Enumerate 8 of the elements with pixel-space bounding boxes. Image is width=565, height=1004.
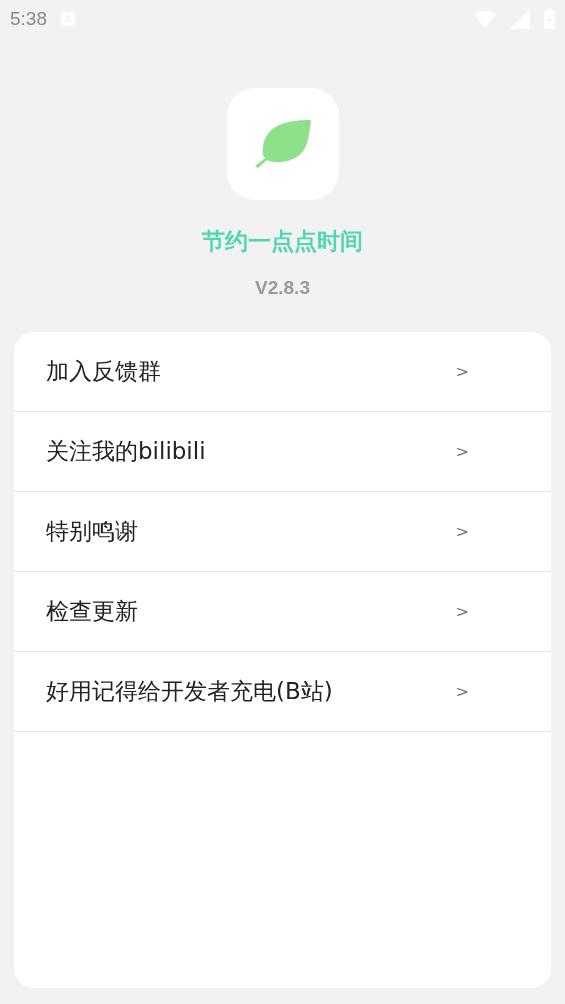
menu-item[interactable]: 关注我的bilibili > xyxy=(14,412,551,492)
status-time: 5:38 xyxy=(10,8,47,30)
menu-item[interactable]: 特别鸣谢 > xyxy=(14,492,551,572)
app-name: 节约一点点时间 xyxy=(202,227,363,256)
menu-item[interactable]: 好用记得给开发者充电(B站) > xyxy=(14,652,551,732)
menu-item[interactable]: 检查更新 > xyxy=(14,572,551,652)
app-version: V2.8.3 xyxy=(255,277,310,299)
menu-item[interactable]: 加入反馈群 > xyxy=(14,332,551,412)
